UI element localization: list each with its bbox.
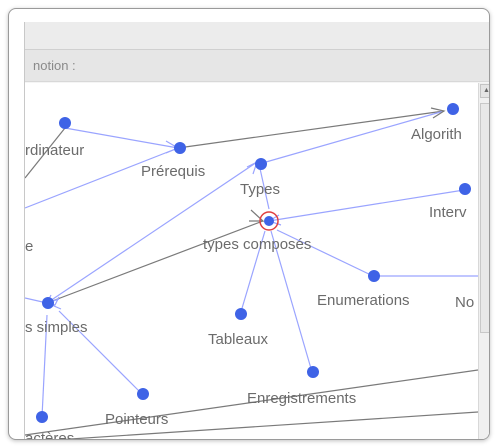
label-intervalles: Interv [429, 204, 467, 221]
node-ordinateur[interactable] [59, 117, 71, 129]
label-types: Types [240, 181, 280, 198]
edge-simples-composes [46, 220, 264, 304]
window-titlebar [25, 22, 489, 50]
scroll-up-arrow-icon[interactable]: ▲ [480, 84, 489, 98]
edge-prerequis-algorithme [177, 110, 445, 149]
node-pointeurs[interactable] [137, 388, 149, 400]
notion-label: notion : [25, 50, 489, 82]
node-intervalles[interactable] [459, 183, 471, 195]
graph-canvas[interactable]: rdinateur Prérequis Types Algorith Inter… [25, 83, 478, 440]
label-algorithme: Algorith [411, 126, 462, 143]
node-caracteres[interactable] [36, 411, 48, 423]
node-types-composes[interactable] [264, 216, 274, 226]
node-prerequis[interactable] [174, 142, 186, 154]
scroll-thumb[interactable] [480, 103, 489, 333]
concept-graph-window: notion : rdinateur Prérequis Types Algor… [24, 22, 489, 440]
node-enregistrements[interactable] [307, 366, 319, 378]
label-caracteres: actères [25, 430, 74, 440]
node-enumerations[interactable] [368, 270, 380, 282]
label-enregistrements: Enregistrements [247, 390, 356, 407]
vertical-scrollbar[interactable]: ▲ [478, 83, 489, 439]
label-pointeurs: Pointeurs [105, 411, 168, 428]
label-no: No [455, 294, 474, 311]
label-e: e [25, 238, 33, 255]
edge-bottom-2 [61, 411, 478, 439]
label-tableaux: Tableaux [208, 331, 269, 348]
node-types-simples[interactable] [42, 297, 54, 309]
label-ordinateur: rdinateur [25, 142, 84, 159]
node-types[interactable] [255, 158, 267, 170]
concept-graph[interactable]: rdinateur Prérequis Types Algorith Inter… [25, 83, 478, 440]
node-tableaux[interactable] [235, 308, 247, 320]
node-algorithme[interactable] [447, 103, 459, 115]
edge-simples-types [46, 161, 258, 304]
label-enumerations: Enumerations [317, 292, 410, 309]
label-prerequis: Prérequis [141, 163, 205, 180]
label-types-simples: s simples [25, 319, 88, 336]
label-types-composes: types composés [203, 236, 311, 253]
window-frame: notion : rdinateur Prérequis Types Algor… [8, 8, 490, 440]
